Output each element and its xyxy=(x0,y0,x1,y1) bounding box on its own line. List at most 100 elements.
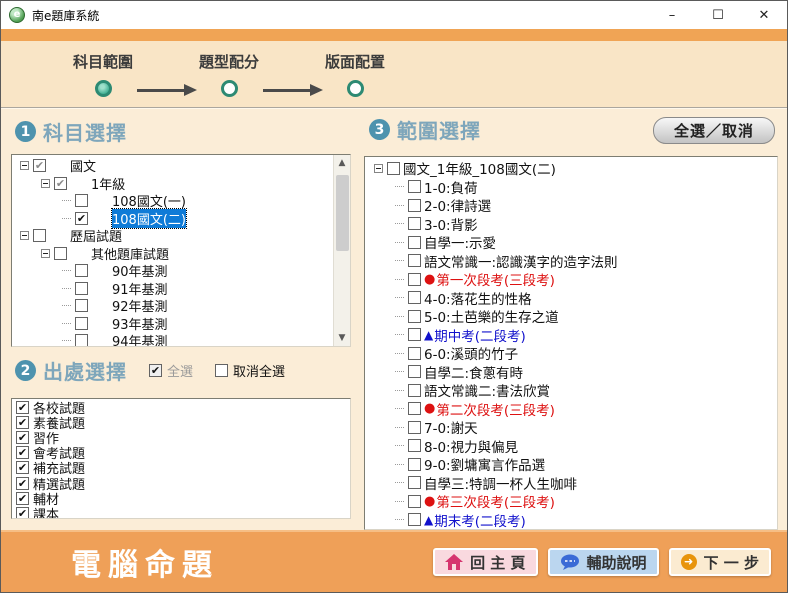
subject-tree[interactable]: ▲ ▼ 國文1年級108國文(一)108國文(二)歷屆試題其他題庫試題90年基測… xyxy=(11,154,351,347)
close-button[interactable]: ✕ xyxy=(741,1,787,29)
checkbox[interactable] xyxy=(408,421,421,434)
range-tree-item[interactable]: ▲期中考(二段考) xyxy=(370,326,777,345)
checkbox[interactable] xyxy=(408,439,421,452)
collapse-expander-icon[interactable] xyxy=(374,164,383,173)
scroll-thumb[interactable] xyxy=(336,175,349,251)
source-list-item[interactable]: 輔材 xyxy=(16,491,350,506)
subject-tree-item[interactable]: 1年級 xyxy=(16,175,350,193)
source-list-item[interactable]: 精選試題 xyxy=(16,475,350,490)
range-tree-item[interactable]: 自學二:食蔥有時 xyxy=(370,363,777,382)
range-tree-item[interactable]: 9-0:劉墉寓言作品選 xyxy=(370,455,777,474)
range-tree-item[interactable]: 1-0:負荷 xyxy=(370,178,777,197)
maximize-button[interactable]: ☐ xyxy=(695,1,741,29)
collapse-expander-icon[interactable] xyxy=(20,161,29,170)
deselect-all-checkbox-group[interactable]: 取消全選 xyxy=(215,361,285,380)
select-all-checkbox[interactable] xyxy=(149,364,162,377)
range-tree-item[interactable]: 國文_1年級_108國文(二) xyxy=(370,159,777,178)
checkbox[interactable] xyxy=(16,431,29,444)
checkbox[interactable] xyxy=(408,384,421,397)
scroll-up-icon[interactable]: ▲ xyxy=(334,155,350,171)
checkbox[interactable] xyxy=(408,513,421,526)
checkbox[interactable] xyxy=(33,159,46,172)
range-tree-item[interactable]: ●第二次段考(三段考) xyxy=(370,400,777,419)
subject-tree-item[interactable]: 90年基測 xyxy=(16,262,350,280)
subject-tree-item[interactable]: 國文 xyxy=(16,157,350,175)
checkbox[interactable] xyxy=(75,282,88,295)
deselect-all-checkbox[interactable] xyxy=(215,364,228,377)
range-tree-item[interactable]: 7-0:謝天 xyxy=(370,418,777,437)
select-all-checkbox-group[interactable]: 全選 xyxy=(149,361,193,380)
range-tree-item[interactable]: 自學三:特調一杯人生咖啡 xyxy=(370,474,777,493)
checkbox[interactable] xyxy=(408,236,421,249)
checkbox[interactable] xyxy=(16,446,29,459)
checkbox[interactable] xyxy=(408,180,421,193)
checkbox[interactable] xyxy=(408,199,421,212)
subject-tree-item[interactable]: 91年基測 xyxy=(16,280,350,298)
range-tree-item[interactable]: 3-0:背影 xyxy=(370,215,777,234)
checkbox[interactable] xyxy=(408,310,421,323)
blue-triangle-icon: ▲ xyxy=(424,328,433,342)
subject-tree-item[interactable]: 歷屆試題 xyxy=(16,227,350,245)
checkbox[interactable] xyxy=(54,177,67,190)
range-tree-item[interactable]: 8-0:視力與偏見 xyxy=(370,437,777,456)
range-tree-item[interactable]: ●第一次段考(三段考) xyxy=(370,270,777,289)
range-tree-item[interactable]: 2-0:律詩選 xyxy=(370,196,777,215)
checkbox[interactable] xyxy=(408,402,421,415)
checkbox[interactable] xyxy=(16,461,29,474)
subject-tree-item[interactable]: 108國文(二) xyxy=(16,210,350,228)
subject-tree-item[interactable]: 94年基測 xyxy=(16,332,350,347)
checkbox[interactable] xyxy=(16,416,29,429)
range-tree-item[interactable]: ▲期末考(二段考) xyxy=(370,511,777,530)
checkbox[interactable] xyxy=(54,247,67,260)
checkbox[interactable] xyxy=(75,334,88,347)
checkbox[interactable] xyxy=(408,365,421,378)
range-tree-item[interactable]: 自學一:示愛 xyxy=(370,233,777,252)
range-tree-item[interactable]: 5-0:土芭樂的生存之道 xyxy=(370,307,777,326)
checkbox[interactable] xyxy=(408,291,421,304)
select-all-toggle-button[interactable]: 全選／取消 xyxy=(653,117,775,144)
range-tree-item[interactable]: 語文常識一:認識漢字的造字法則 xyxy=(370,252,777,271)
source-list-item[interactable]: 課本 xyxy=(16,506,350,519)
range-tree-item[interactable]: ●第三次段考(三段考) xyxy=(370,492,777,511)
section3-badge: 3 xyxy=(369,119,390,140)
help-button[interactable]: 輔助說明 xyxy=(548,548,659,576)
checkbox[interactable] xyxy=(408,217,421,230)
next-step-button[interactable]: ➜下 一 步 xyxy=(669,548,771,576)
checkbox[interactable] xyxy=(408,273,421,286)
checkbox[interactable] xyxy=(75,264,88,277)
checkbox[interactable] xyxy=(16,401,29,414)
checkbox[interactable] xyxy=(408,458,421,471)
minimize-button[interactable]: – xyxy=(649,1,695,29)
checkbox[interactable] xyxy=(75,194,88,207)
checkbox[interactable] xyxy=(16,492,29,505)
checkbox[interactable] xyxy=(33,229,46,242)
section3-title: 範圍選擇 xyxy=(397,115,481,144)
checkbox[interactable] xyxy=(408,476,421,489)
range-tree-item[interactable]: 語文常識二:書法欣賞 xyxy=(370,381,777,400)
home-button[interactable]: 回 主 頁 xyxy=(433,548,537,576)
checkbox[interactable] xyxy=(408,328,421,341)
subject-tree-item[interactable]: 93年基測 xyxy=(16,315,350,333)
checkbox[interactable] xyxy=(408,254,421,267)
scroll-down-icon[interactable]: ▼ xyxy=(334,330,350,346)
source-list[interactable]: 各校試題素養試題習作會考試題補充試題精選試題輔材課本 xyxy=(11,398,351,519)
subject-tree-item[interactable]: 92年基測 xyxy=(16,297,350,315)
source-list-item[interactable]: 素養試題 xyxy=(16,415,350,430)
range-tree-item[interactable]: 4-0:落花生的性格 xyxy=(370,289,777,308)
checkbox[interactable] xyxy=(75,299,88,312)
subject-tree-item[interactable]: 其他題庫試題 xyxy=(16,245,350,263)
range-tree[interactable]: 國文_1年級_108國文(二)1-0:負荷2-0:律詩選3-0:背影自學一:示愛… xyxy=(364,156,778,530)
subject-tree-item[interactable]: 108國文(一) xyxy=(16,192,350,210)
collapse-expander-icon[interactable] xyxy=(41,249,50,258)
checkbox[interactable] xyxy=(387,162,400,175)
range-tree-item[interactable]: 6-0:溪頭的竹子 xyxy=(370,344,777,363)
checkbox[interactable] xyxy=(408,347,421,360)
checkbox[interactable] xyxy=(16,477,29,490)
checkbox[interactable] xyxy=(16,507,29,519)
checkbox[interactable] xyxy=(408,495,421,508)
collapse-expander-icon[interactable] xyxy=(41,179,50,188)
checkbox[interactable] xyxy=(75,317,88,330)
collapse-expander-icon[interactable] xyxy=(20,231,29,240)
checkbox[interactable] xyxy=(75,212,88,225)
scrollbar[interactable]: ▲ ▼ xyxy=(333,155,350,346)
